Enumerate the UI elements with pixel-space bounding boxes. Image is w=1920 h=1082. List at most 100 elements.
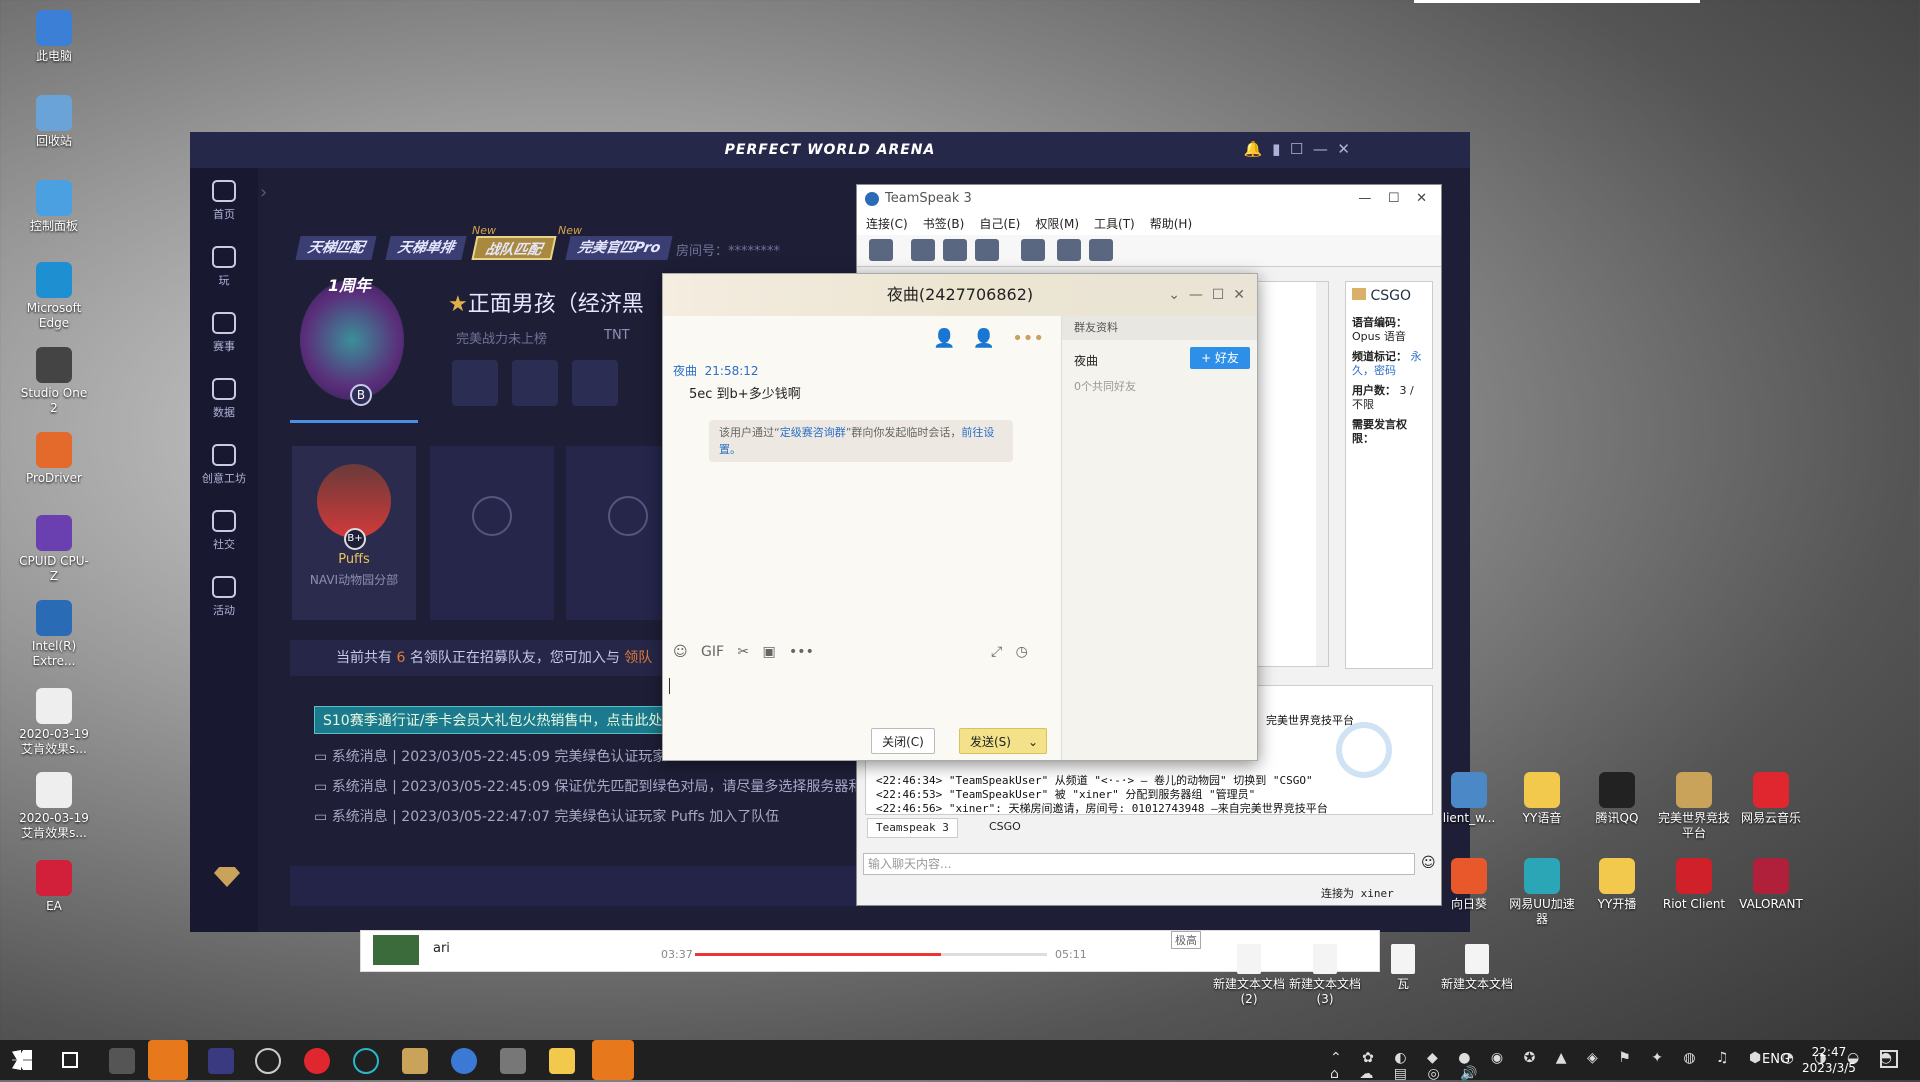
send-button[interactable]: 发送(S) ⌄ <box>959 728 1047 754</box>
image-icon[interactable]: ▣ <box>762 644 775 660</box>
maximize-icon[interactable]: ☐ <box>1212 287 1225 303</box>
block-contact-icon[interactable]: 👤 <box>973 328 995 349</box>
menu-item[interactable]: 帮助(H) <box>1150 217 1192 231</box>
tab-teamspeak[interactable]: Teamspeak 3 <box>867 818 958 838</box>
minimize-icon[interactable]: — <box>1313 140 1328 158</box>
ts-chat-input[interactable]: 输入聊天内容... <box>863 853 1415 875</box>
desktop-icon[interactable]: Studio One 2 <box>18 347 90 416</box>
scissors-icon[interactable]: ✂ <box>737 644 749 660</box>
minimize-icon[interactable]: — <box>1189 287 1203 303</box>
app-icon[interactable] <box>500 1048 526 1074</box>
clock[interactable]: 22:47 2023/3/5 <box>1802 1044 1856 1076</box>
desktop-icon[interactable]: CPUID CPU-Z <box>18 515 90 584</box>
pwa-icon[interactable] <box>402 1048 428 1074</box>
add-member-icon[interactable] <box>608 496 648 536</box>
chevron-down-icon[interactable]: ⌄ <box>1028 729 1038 755</box>
desktop-file[interactable]: 瓦 <box>1366 944 1440 992</box>
task-view-icon[interactable] <box>62 1052 78 1068</box>
desktop-icon[interactable]: Riot Client <box>1657 858 1731 912</box>
medal-icon[interactable] <box>572 360 618 406</box>
desktop-icon[interactable]: YY语音 <box>1505 772 1579 826</box>
close-button[interactable]: 关闭(C) <box>871 728 935 754</box>
desktop-icon[interactable]: lient_w... <box>1432 772 1506 826</box>
desktop-icon[interactable]: Intel(R) Extre... <box>18 600 90 669</box>
album-cover[interactable] <box>373 935 419 965</box>
desktop-file[interactable]: 新建文本文档 (3) <box>1288 944 1362 1007</box>
nav-item[interactable]: 活动 <box>190 564 258 630</box>
bell-icon[interactable]: 🔔 <box>1244 140 1263 158</box>
mode-ladder-solo[interactable]: 天梯单排 <box>385 236 467 260</box>
tab-csgo[interactable]: CSGO <box>981 818 1029 838</box>
nav-item[interactable]: 数据 <box>190 366 258 432</box>
signal-icon[interactable]: ▮ <box>1272 140 1280 158</box>
empty-slot[interactable] <box>430 446 554 620</box>
add-member-icon[interactable] <box>472 496 512 536</box>
group-link[interactable]: 定级赛咨询群 <box>780 426 846 439</box>
mode-ladder-match[interactable]: 天梯匹配 <box>295 236 377 260</box>
studio-one-icon[interactable] <box>109 1048 135 1074</box>
app-icon[interactable] <box>148 1040 188 1080</box>
settings-icon[interactable]: ☐ <box>1290 140 1303 158</box>
maximize-icon[interactable]: ☐ <box>1388 191 1400 206</box>
desktop-icon[interactable]: 网易云音乐 <box>1734 772 1808 826</box>
minimize-icon[interactable]: — <box>1358 191 1371 206</box>
mute-speaker-icon[interactable] <box>975 239 999 261</box>
nav-item[interactable]: 社交 <box>190 498 258 564</box>
nav-item[interactable]: 玩 <box>190 234 258 300</box>
teamspeak-icon[interactable] <box>451 1048 477 1074</box>
menu-item[interactable]: 自己(E) <box>979 217 1020 231</box>
message-input[interactable] <box>669 672 987 728</box>
menu-item[interactable]: 权限(M) <box>1035 217 1079 231</box>
desktop-icon[interactable]: YY开播 <box>1580 858 1654 912</box>
add-friend-button[interactable]: + 好友 <box>1190 347 1250 369</box>
mode-pro-match[interactable]: 完美官匹Pro <box>565 236 673 260</box>
desktop-icon[interactable]: 控制面板 <box>18 180 90 234</box>
quality-button[interactable]: 极高 <box>1171 931 1201 949</box>
csgo-icon[interactable] <box>255 1048 281 1074</box>
desktop-file[interactable]: 新建文本文档 (2) <box>1212 944 1286 1007</box>
menu-item[interactable]: 连接(C) <box>866 217 908 231</box>
tree-scrollbar[interactable] <box>1316 282 1328 666</box>
team-member-card[interactable]: B+ Puffs NAVI动物园分部 <box>292 446 416 620</box>
channel-tree[interactable] <box>1247 281 1329 667</box>
steam-icon[interactable] <box>592 1040 634 1080</box>
emoji-icon[interactable]: ☺ <box>673 644 688 660</box>
uu-icon[interactable] <box>353 1048 379 1074</box>
disconnect-icon[interactable] <box>911 239 935 261</box>
5e-icon[interactable] <box>208 1048 234 1074</box>
history-icon[interactable]: ◷ <box>1016 644 1028 660</box>
language-indicator[interactable]: ENG <box>1762 1052 1790 1067</box>
add-contact-icon[interactable]: 👤 <box>933 328 955 349</box>
mode-team-match[interactable]: 战队匹配 <box>471 236 557 260</box>
chevron-down-icon[interactable]: ⌄ <box>1168 287 1180 303</box>
medal-icon[interactable] <box>512 360 558 406</box>
gif-icon[interactable]: GIF <box>701 644 724 660</box>
desktop-icon[interactable]: VALORANT <box>1734 858 1808 912</box>
nav-item[interactable]: 首页 <box>190 168 258 234</box>
desktop-icon[interactable]: Microsoft Edge <box>18 262 90 331</box>
more-icon[interactable]: ••• <box>1012 328 1044 349</box>
expand-icon[interactable]: ⤢ <box>991 644 1002 660</box>
desktop-icon[interactable]: 2020-03-19 艾肯效果s... <box>18 772 90 841</box>
hotkey-icon[interactable] <box>1089 239 1113 261</box>
recruit-link[interactable]: 领队 <box>624 650 652 666</box>
connect-icon[interactable] <box>869 239 893 261</box>
nav-item[interactable]: 创意工坊 <box>190 432 258 498</box>
desktop-icon[interactable]: 完美世界竞技平台 <box>1657 772 1731 841</box>
progress-track[interactable] <box>695 953 1047 956</box>
close-icon[interactable]: ✕ <box>1233 287 1245 303</box>
qq-icon[interactable] <box>549 1048 575 1074</box>
more-icon[interactable]: ••• <box>789 644 814 660</box>
start-icon[interactable] <box>12 1050 32 1070</box>
close-icon[interactable]: ✕ <box>1416 191 1427 206</box>
contacts-icon[interactable] <box>1057 239 1081 261</box>
desktop-icon[interactable]: 此电脑 <box>18 10 90 64</box>
desktop-icon[interactable]: 2020-03-19 艾肯效果s... <box>18 688 90 757</box>
menu-item[interactable]: 书签(B) <box>923 217 965 231</box>
desktop-icon[interactable]: 网易UU加速器 <box>1505 858 1579 927</box>
medal-icon[interactable] <box>452 360 498 406</box>
mute-mic-icon[interactable] <box>943 239 967 261</box>
nav-item[interactable]: 赛事 <box>190 300 258 366</box>
away-icon[interactable] <box>1021 239 1045 261</box>
menu-item[interactable]: 工具(T) <box>1094 217 1135 231</box>
